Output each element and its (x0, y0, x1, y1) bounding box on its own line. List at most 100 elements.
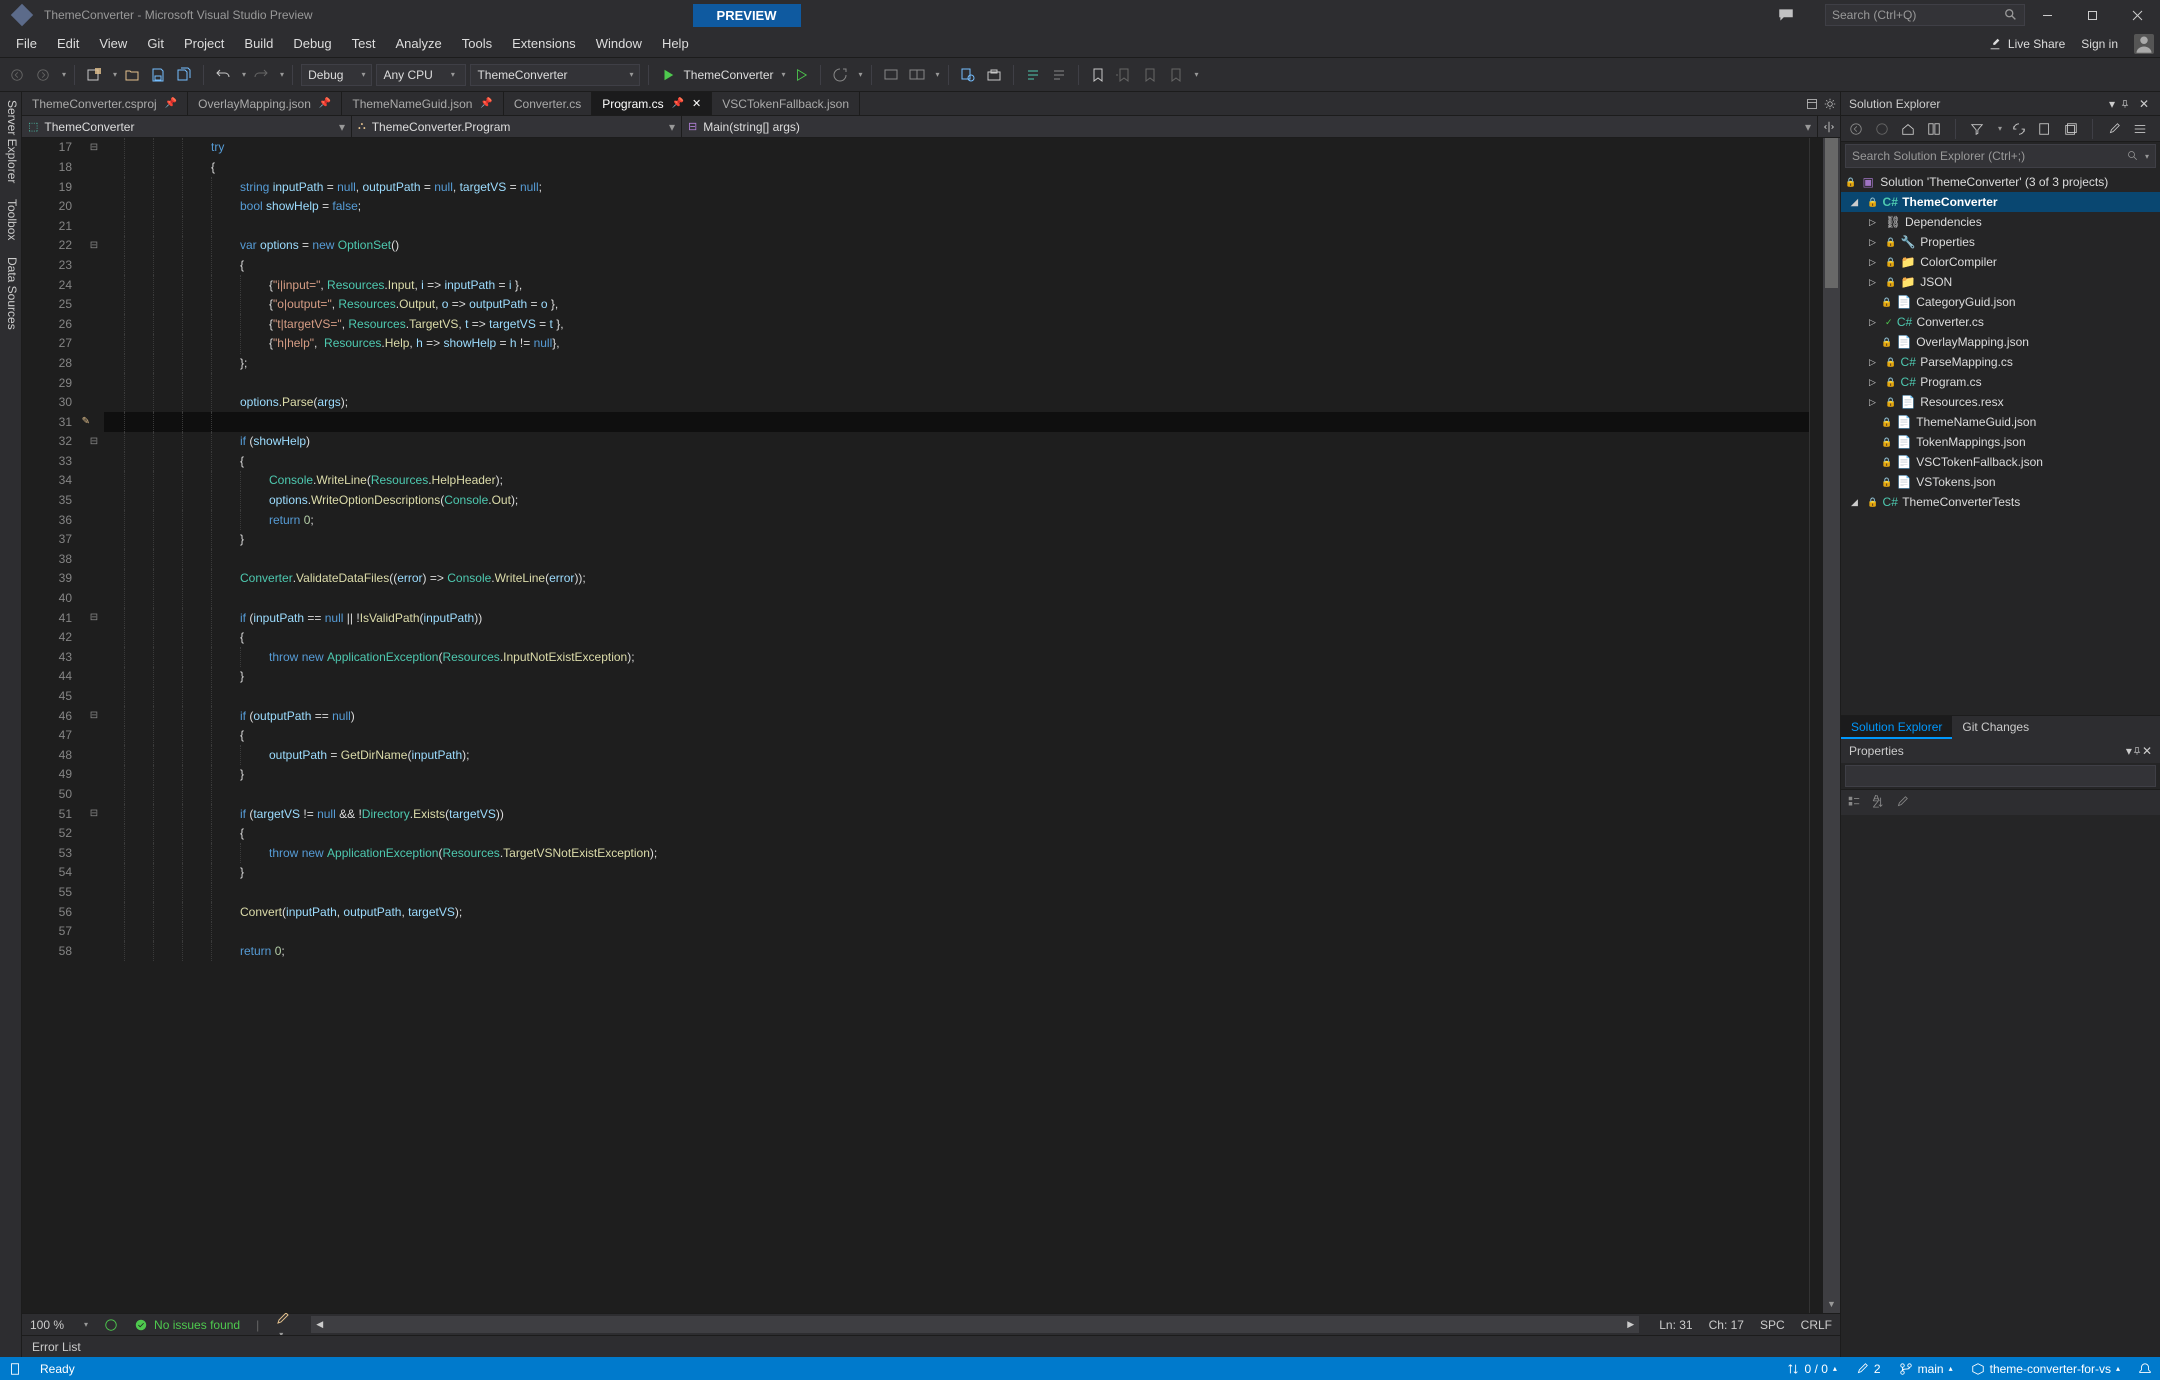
forward-button[interactable] (1873, 120, 1891, 138)
switch-views-button[interactable] (1925, 120, 1943, 138)
zoom-level[interactable]: 100 % (30, 1318, 64, 1332)
refresh-button[interactable] (2036, 120, 2054, 138)
tree-file[interactable]: ▷🔒C#Program.cs (1841, 372, 2160, 392)
expand-icon[interactable]: ▷ (1869, 357, 1881, 368)
bookmark-button[interactable] (1087, 64, 1109, 86)
tree-file[interactable]: 🔒📄ThemeNameGuid.json (1841, 412, 2160, 432)
document-tab[interactable]: Program.cs📌✕ (592, 92, 712, 115)
chevron-down-icon[interactable]: ▾ (113, 70, 117, 79)
code-line[interactable]: options.WriteOptionDescriptions(Console.… (104, 491, 1809, 511)
code-line[interactable]: } (104, 765, 1809, 785)
pin-button[interactable] (2120, 99, 2136, 109)
code-line[interactable]: if (showHelp) (104, 432, 1809, 452)
scrollbar-thumb[interactable] (1825, 138, 1838, 288)
user-avatar-icon[interactable] (2134, 34, 2154, 54)
sync-button[interactable] (2010, 120, 2028, 138)
tree-solution-root[interactable]: 🔒 ▣ Solution 'ThemeConverter' (3 of 3 pr… (1841, 172, 2160, 192)
maximize-button[interactable] (2070, 0, 2115, 30)
new-project-button[interactable] (83, 64, 105, 86)
code-line[interactable] (104, 549, 1809, 569)
code-line[interactable]: try (104, 138, 1809, 158)
code-line[interactable]: string inputPath = null, outputPath = nu… (104, 177, 1809, 197)
pin-icon[interactable]: 📌 (480, 98, 492, 109)
code-line[interactable]: options.Parse(args); (104, 393, 1809, 413)
toolbox-tab[interactable]: Toolbox (0, 191, 21, 248)
line-indicator[interactable]: Ln: 31 (1659, 1318, 1692, 1332)
pin-button[interactable] (2132, 746, 2142, 756)
alphabetical-button[interactable]: AZ (1871, 795, 1885, 809)
open-file-button[interactable] (121, 64, 143, 86)
type-selector[interactable]: ⛬ ThemeConverter.Program ▾ (352, 116, 682, 137)
code-line[interactable]: {"t|targetVS=", Resources.TargetVS, t =>… (104, 314, 1809, 334)
fold-icon[interactable]: ⊟ (84, 138, 104, 158)
solution-search[interactable]: Search Solution Explorer (Ctrl+;) ▾ (1845, 144, 2156, 168)
find-in-files-button[interactable] (957, 64, 979, 86)
col-indicator[interactable]: Ch: 17 (1709, 1318, 1744, 1332)
pin-icon[interactable]: 📌 (165, 98, 177, 109)
scroll-left-button[interactable]: ◀ (311, 1316, 328, 1333)
notifications-icon[interactable] (2138, 1362, 2152, 1376)
menu-item-tools[interactable]: Tools (452, 32, 502, 55)
expand-icon[interactable]: ▷ (1869, 317, 1881, 328)
chevron-down-icon[interactable]: ▾ (1998, 124, 2002, 133)
code-line[interactable]: }; (104, 354, 1809, 374)
tree-file[interactable]: 🔒📄TokenMappings.json (1841, 432, 2160, 452)
tree-file[interactable]: 🔒📄VSTokens.json (1841, 472, 2160, 492)
document-tab[interactable]: OverlayMapping.json📌 (188, 92, 342, 115)
nav-back-button[interactable] (6, 64, 28, 86)
code-line[interactable]: throw new ApplicationException(Resources… (104, 647, 1809, 667)
startup-project-combo[interactable]: ThemeConverter▾ (470, 64, 640, 86)
eol-indicator[interactable]: CRLF (1801, 1318, 1832, 1332)
menu-item-edit[interactable]: Edit (47, 32, 89, 55)
tree-dependencies[interactable]: ▷⛓Dependencies (1841, 212, 2160, 232)
tree-project[interactable]: ◢🔒C#ThemeConverterTests (1841, 492, 2160, 512)
chevron-down-icon[interactable]: ▾ (242, 70, 246, 79)
toolbox-button[interactable] (983, 64, 1005, 86)
tab-git-changes[interactable]: Git Changes (1952, 716, 2039, 739)
properties-button[interactable] (2105, 120, 2123, 138)
menu-item-project[interactable]: Project (174, 32, 234, 55)
tree-file[interactable]: 🔒📄CategoryGuid.json (1841, 292, 2160, 312)
uncomment-button[interactable] (1048, 64, 1070, 86)
expand-icon[interactable]: ◢ (1851, 197, 1863, 208)
solution-tree[interactable]: 🔒 ▣ Solution 'ThemeConverter' (3 of 3 pr… (1841, 170, 2160, 715)
home-button[interactable] (1899, 120, 1917, 138)
menu-item-test[interactable]: Test (342, 32, 386, 55)
document-tab[interactable]: Converter.cs (504, 92, 592, 115)
save-all-button[interactable] (173, 64, 195, 86)
code-line[interactable]: {"h|help", Resources.Help, h => showHelp… (104, 334, 1809, 354)
expand-icon[interactable]: ▷ (1869, 397, 1881, 408)
menu-item-debug[interactable]: Debug (283, 32, 341, 55)
filter-button[interactable] (1968, 120, 1986, 138)
code-line[interactable]: Console.WriteLine(Resources.HelpHeader); (104, 471, 1809, 491)
chevron-down-icon[interactable]: ▾ (782, 70, 786, 79)
bookmark-prev-button[interactable] (1113, 64, 1135, 86)
project-selector[interactable]: ⬚ ThemeConverter ▾ (22, 116, 352, 137)
error-list-tab[interactable]: Error List (22, 1335, 1840, 1357)
code-line[interactable] (104, 687, 1809, 707)
code-line[interactable]: } (104, 667, 1809, 687)
code-line[interactable]: {"o|output=", Resources.Output, o => out… (104, 295, 1809, 315)
expand-icon[interactable]: ▷ (1869, 257, 1881, 268)
comment-button[interactable] (1022, 64, 1044, 86)
code-line[interactable]: { (104, 452, 1809, 472)
code-line[interactable]: { (104, 158, 1809, 178)
browser-link-button[interactable] (880, 64, 902, 86)
close-panel-button[interactable]: ✕ (2142, 744, 2152, 758)
expand-icon[interactable]: ▷ (1869, 217, 1881, 228)
code-line[interactable] (104, 373, 1809, 393)
code-line[interactable]: outputPath = GetDirName(inputPath); (104, 745, 1809, 765)
code-line[interactable]: {"i|input=", Resources.Input, i => input… (104, 275, 1809, 295)
chevron-down-icon[interactable]: ▾ (936, 70, 940, 79)
code-line[interactable] (104, 216, 1809, 236)
code-line[interactable] (104, 922, 1809, 942)
code-line[interactable]: var options = new OptionSet() (104, 236, 1809, 256)
wrench-icon[interactable] (1895, 795, 1909, 809)
expand-icon[interactable]: ▷ (1869, 237, 1881, 248)
repo-status[interactable]: theme-converter-for-vs▴ (1971, 1362, 2120, 1376)
code-line[interactable]: throw new ApplicationException(Resources… (104, 843, 1809, 863)
document-tab[interactable]: VSCTokenFallback.json (712, 92, 860, 115)
menu-item-file[interactable]: File (6, 32, 47, 55)
expand-icon[interactable]: ▷ (1869, 377, 1881, 388)
tab-solution-explorer[interactable]: Solution Explorer (1841, 716, 1952, 739)
